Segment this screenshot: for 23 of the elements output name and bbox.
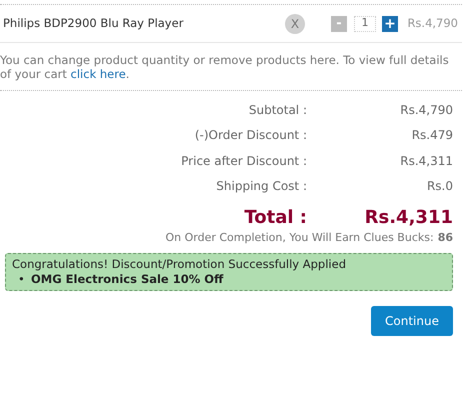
summary-value: Rs.4,311	[399, 152, 453, 170]
total-label: Total :	[243, 207, 307, 229]
bullet-icon: •	[18, 272, 31, 286]
quantity-field[interactable]: 1	[354, 16, 376, 32]
product-price: Rs.4,790	[406, 14, 458, 32]
bucks-text: On Order Completion, You Will Earn Clues Bucks:	[165, 230, 434, 246]
summary-label: Shipping Cost :	[215, 178, 307, 196]
summary-value: Rs.4,790	[399, 102, 453, 119]
remove-button[interactable]: X	[285, 14, 305, 34]
continue-button[interactable]: Continue	[371, 306, 453, 336]
increase-button[interactable]: +	[382, 16, 398, 32]
summary-label: Price after Discount :	[180, 152, 307, 170]
summary-value: Rs.0	[426, 178, 453, 196]
bucks-value: 86	[438, 230, 453, 246]
summary-label: (-)Order Discount :	[194, 127, 307, 144]
promo-title: Congratulations! Discount/Promotion Successfully Applied	[12, 256, 347, 272]
promo-item: OMG Electronics Sale 10% Off	[31, 272, 224, 286]
click-here-link[interactable]: click here	[70, 67, 126, 81]
summary-label: Subtotal :	[248, 102, 307, 119]
total-value: Rs.4,311	[364, 207, 453, 229]
product-name: Philips BDP2900 Blu Ray Player	[3, 14, 184, 32]
summary-value: Rs.479	[410, 127, 453, 144]
cart-note: You can change product quantity or remove products here. To view full details of your cart click here.	[0, 53, 450, 81]
